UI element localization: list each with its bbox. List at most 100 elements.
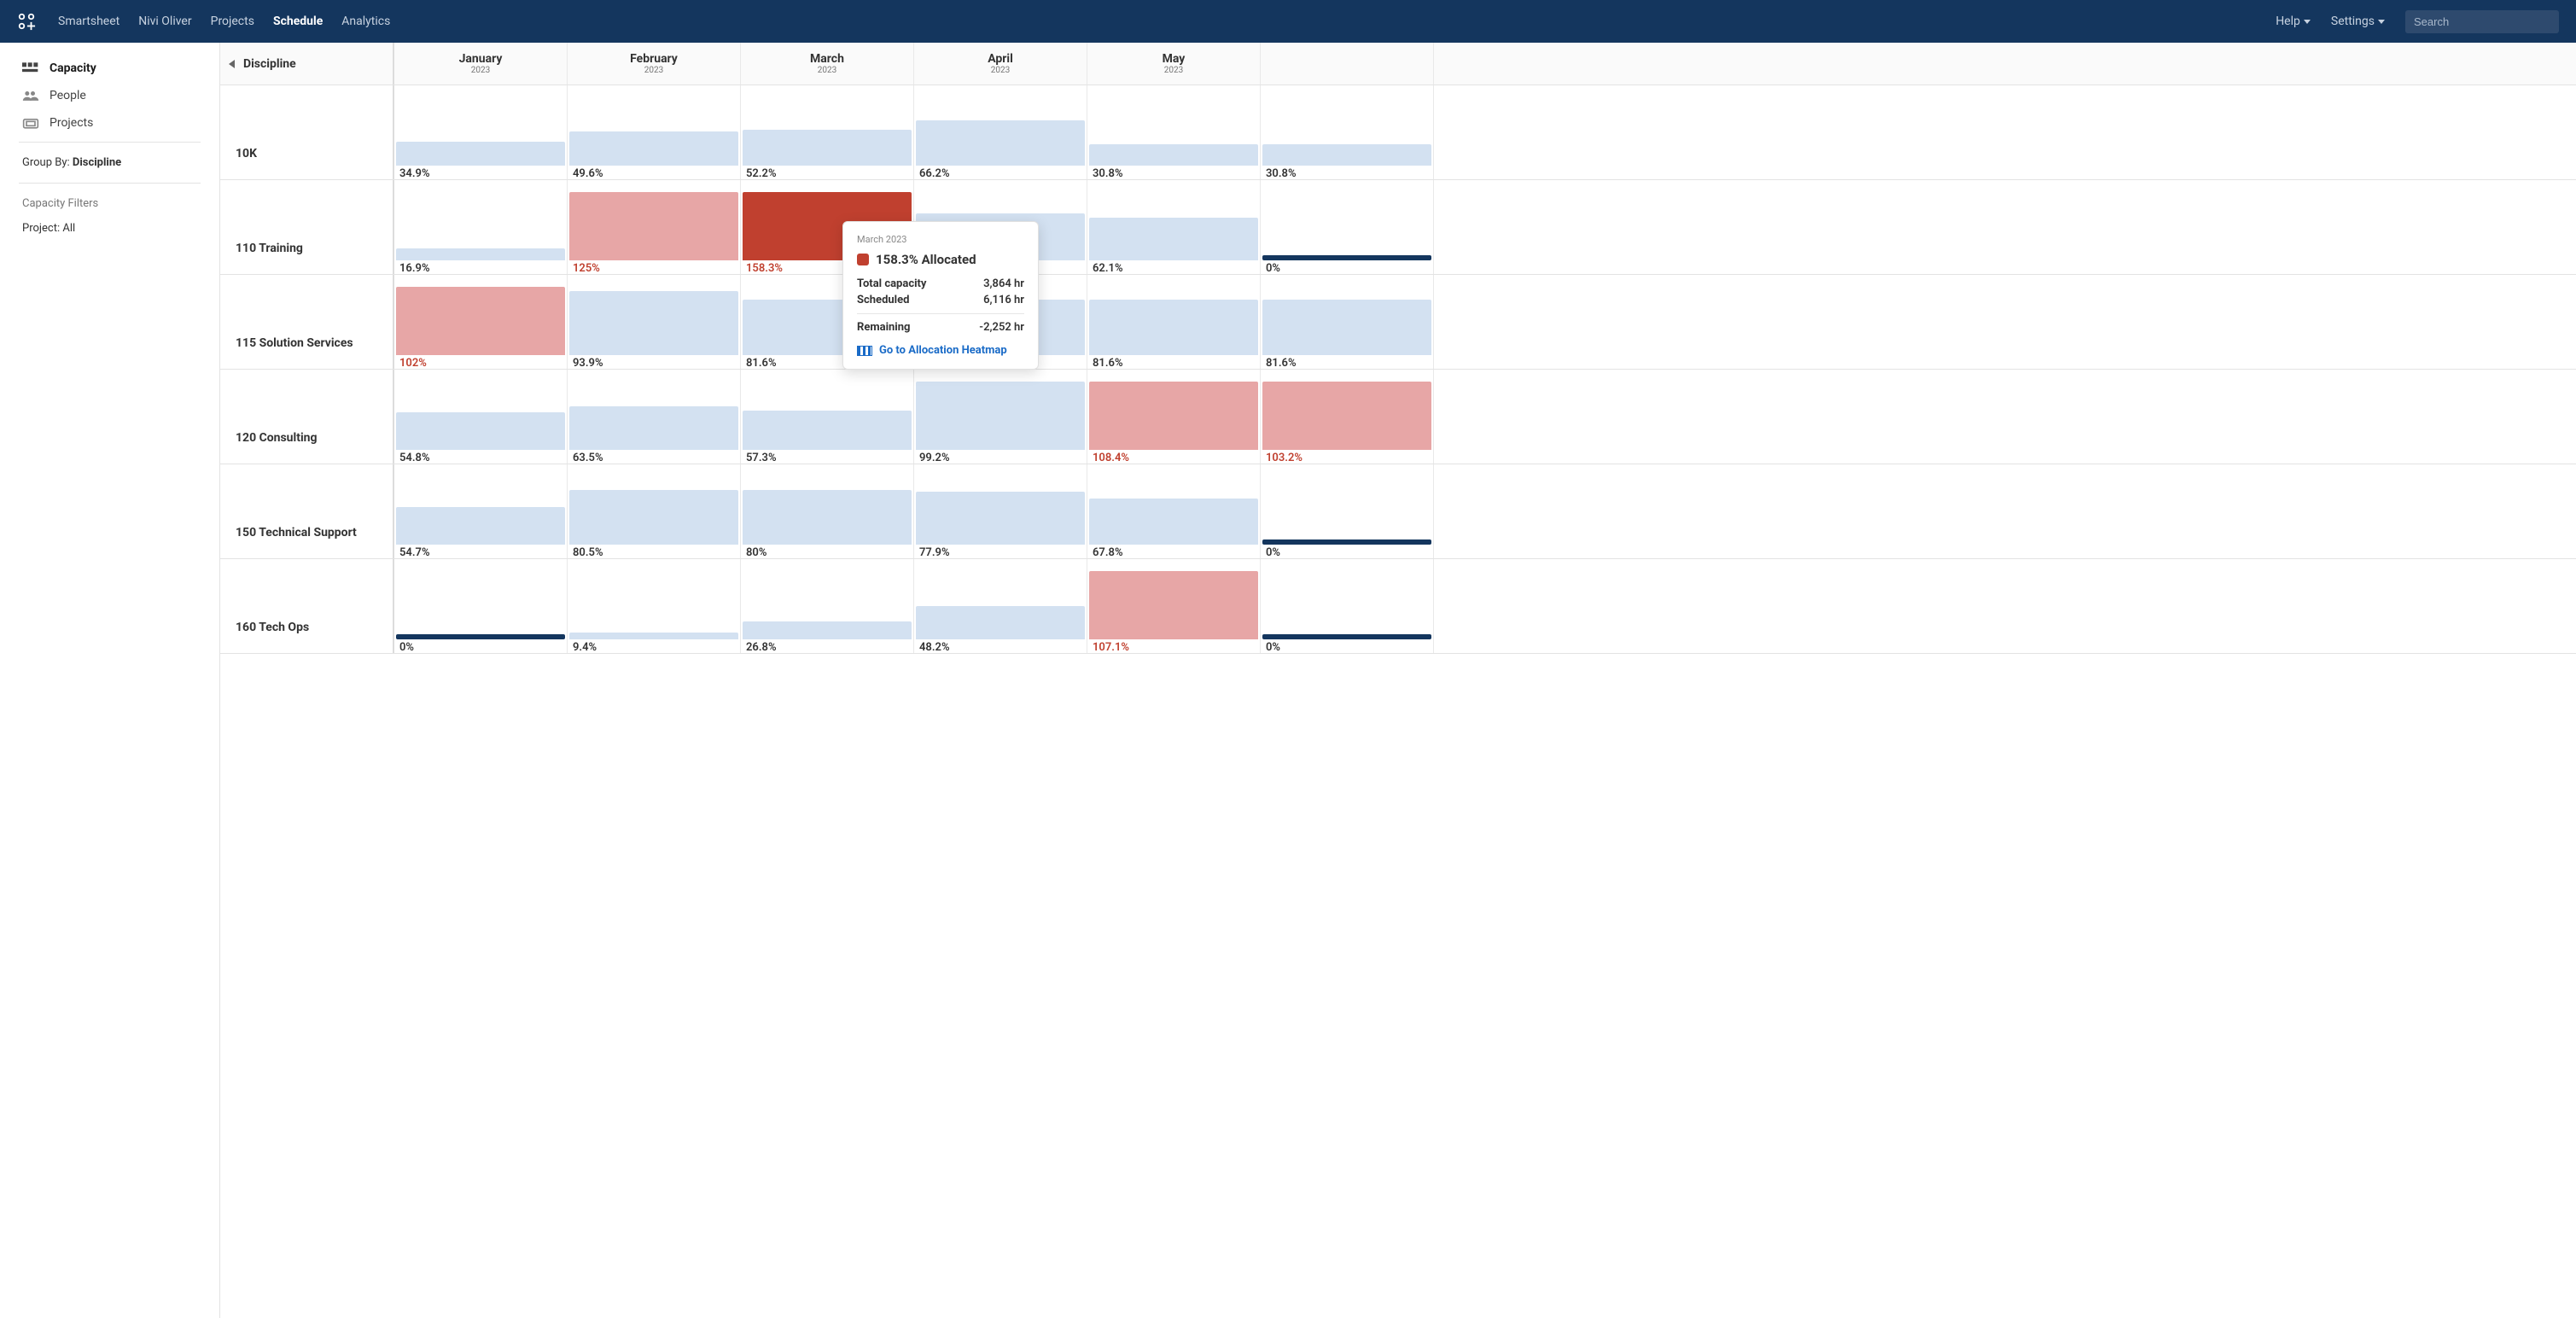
capacity-cell[interactable]: 0% bbox=[1261, 180, 1434, 274]
sidebar-item-capacity[interactable]: Capacity bbox=[0, 55, 219, 82]
capacity-bar bbox=[743, 490, 912, 545]
discipline-label[interactable]: 150 Technical Support bbox=[220, 464, 394, 558]
capacity-cell[interactable]: 49.6% bbox=[568, 85, 741, 179]
capacity-grid: Discipline January2023February2023March2… bbox=[220, 43, 2576, 1318]
capacity-percent: 77.9% bbox=[919, 546, 950, 559]
discipline-label[interactable]: 115 Solution Services bbox=[220, 275, 394, 369]
capacity-bar bbox=[569, 406, 738, 450]
capacity-cell[interactable]: 9.4% bbox=[568, 559, 741, 653]
capacity-percent: 0% bbox=[1266, 546, 1280, 559]
capacity-percent: 66.2% bbox=[919, 167, 950, 180]
sidebar: Capacity People Projects Group By: Disci… bbox=[0, 43, 220, 1318]
project-filter-value: All bbox=[62, 222, 75, 235]
capacity-cell[interactable]: 125% bbox=[568, 180, 741, 274]
capacity-cell[interactable]: 26.8% bbox=[741, 559, 914, 653]
capacity-cell[interactable]: 107.1% bbox=[1087, 559, 1261, 653]
capacity-cell[interactable]: 30.8% bbox=[1087, 85, 1261, 179]
capacity-bar bbox=[1262, 300, 1431, 355]
capacity-bar bbox=[1262, 634, 1431, 639]
tooltip-remaining-label: Remaining bbox=[857, 321, 910, 334]
capacity-cell[interactable]: 0% bbox=[1261, 464, 1434, 558]
settings-label: Settings bbox=[2331, 15, 2375, 28]
capacity-cell[interactable]: 54.7% bbox=[394, 464, 568, 558]
projects-icon bbox=[22, 116, 39, 130]
capacity-cell[interactable]: 102% bbox=[394, 275, 568, 369]
capacity-cell[interactable]: 30.8% bbox=[1261, 85, 1434, 179]
capacity-bar bbox=[1262, 539, 1431, 545]
chevron-left-icon[interactable] bbox=[229, 60, 235, 68]
nav-projects[interactable]: Projects bbox=[211, 15, 254, 28]
nav-schedule[interactable]: Schedule bbox=[273, 15, 323, 28]
capacity-bar bbox=[1089, 499, 1258, 545]
capacity-percent: 158.3% bbox=[746, 262, 783, 275]
nav-brand[interactable]: Smartsheet bbox=[58, 15, 119, 28]
allocation-tooltip: March 2023 158.3% Allocated Total capaci… bbox=[842, 221, 1039, 370]
capacity-cell[interactable]: 0% bbox=[394, 559, 568, 653]
capacity-cell[interactable]: 48.2% bbox=[914, 559, 1087, 653]
month-header[interactable]: March2023 bbox=[741, 43, 914, 85]
help-menu[interactable]: Help bbox=[2276, 15, 2311, 28]
capacity-percent: 49.6% bbox=[573, 167, 603, 180]
capacity-cell[interactable]: 66.2% bbox=[914, 85, 1087, 179]
sidebar-item-people[interactable]: People bbox=[0, 82, 219, 109]
tooltip-allocated: 158.3% Allocated bbox=[876, 252, 976, 267]
nav-user[interactable]: Nivi Oliver bbox=[138, 15, 191, 28]
capacity-cell[interactable]: 34.9% bbox=[394, 85, 568, 179]
capacity-percent: 102% bbox=[399, 357, 427, 370]
capacity-bar bbox=[396, 412, 565, 450]
capacity-bar bbox=[743, 130, 912, 166]
sidebar-item-label: Capacity bbox=[50, 61, 96, 75]
capacity-bar bbox=[396, 142, 565, 166]
sidebar-item-projects[interactable]: Projects bbox=[0, 109, 219, 137]
capacity-cell[interactable]: 81.6% bbox=[1087, 275, 1261, 369]
capacity-cell[interactable]: 99.2% bbox=[914, 370, 1087, 464]
project-filter[interactable]: Project: All bbox=[0, 213, 219, 243]
capacity-cell[interactable]: 80% bbox=[741, 464, 914, 558]
capacity-bar bbox=[916, 382, 1085, 450]
month-header[interactable]: January2023 bbox=[394, 43, 568, 85]
month-header[interactable]: February2023 bbox=[568, 43, 741, 85]
capacity-bar bbox=[1262, 144, 1431, 166]
tooltip-capacity-label: Total capacity bbox=[857, 277, 926, 290]
capacity-percent: 67.8% bbox=[1093, 546, 1123, 559]
capacity-percent: 81.6% bbox=[1266, 357, 1297, 370]
nav-analytics[interactable]: Analytics bbox=[341, 15, 390, 28]
discipline-label[interactable]: 160 Tech Ops bbox=[220, 559, 394, 653]
discipline-label[interactable]: 110 Training bbox=[220, 180, 394, 274]
sidebar-item-label: Projects bbox=[50, 116, 93, 130]
capacity-bar bbox=[396, 634, 565, 639]
capacity-cell[interactable]: 52.2% bbox=[741, 85, 914, 179]
capacity-cell[interactable]: 103.2% bbox=[1261, 370, 1434, 464]
group-by-label: Group By: bbox=[22, 156, 70, 169]
discipline-header-label: Discipline bbox=[243, 57, 296, 71]
month-header[interactable]: April2023 bbox=[914, 43, 1087, 85]
group-by[interactable]: Group By: Discipline bbox=[0, 148, 219, 178]
capacity-cell[interactable]: 93.9% bbox=[568, 275, 741, 369]
month-year: 2023 bbox=[991, 66, 1010, 75]
discipline-label[interactable]: 120 Consulting bbox=[220, 370, 394, 464]
search-input[interactable] bbox=[2405, 10, 2559, 33]
capacity-cell[interactable]: 80.5% bbox=[568, 464, 741, 558]
capacity-cell[interactable]: 67.8% bbox=[1087, 464, 1261, 558]
month-year: 2023 bbox=[471, 66, 490, 75]
capacity-cell[interactable]: 62.1% bbox=[1087, 180, 1261, 274]
settings-menu[interactable]: Settings bbox=[2331, 15, 2385, 28]
app-icon[interactable] bbox=[17, 11, 38, 32]
sidebar-item-label: People bbox=[50, 89, 86, 102]
capacity-cell[interactable]: 57.3% bbox=[741, 370, 914, 464]
month-header[interactable]: May2023 bbox=[1087, 43, 1261, 85]
capacity-percent: 9.4% bbox=[573, 641, 597, 654]
capacity-cell[interactable]: 54.8% bbox=[394, 370, 568, 464]
capacity-cell[interactable]: 0% bbox=[1261, 559, 1434, 653]
capacity-cell[interactable]: 63.5% bbox=[568, 370, 741, 464]
month-header[interactable] bbox=[1261, 43, 1434, 85]
discipline-label[interactable]: 10K bbox=[220, 85, 394, 179]
capacity-cell[interactable]: 108.4% bbox=[1087, 370, 1261, 464]
capacity-bar bbox=[569, 633, 738, 639]
capacity-cell[interactable]: 16.9% bbox=[394, 180, 568, 274]
topnav-left: Smartsheet Nivi Oliver Projects Schedule… bbox=[58, 15, 390, 28]
heatmap-link[interactable]: Go to Allocation Heatmap bbox=[857, 344, 1024, 357]
capacity-percent: 0% bbox=[1266, 641, 1280, 654]
capacity-cell[interactable]: 77.9% bbox=[914, 464, 1087, 558]
capacity-cell[interactable]: 81.6% bbox=[1261, 275, 1434, 369]
